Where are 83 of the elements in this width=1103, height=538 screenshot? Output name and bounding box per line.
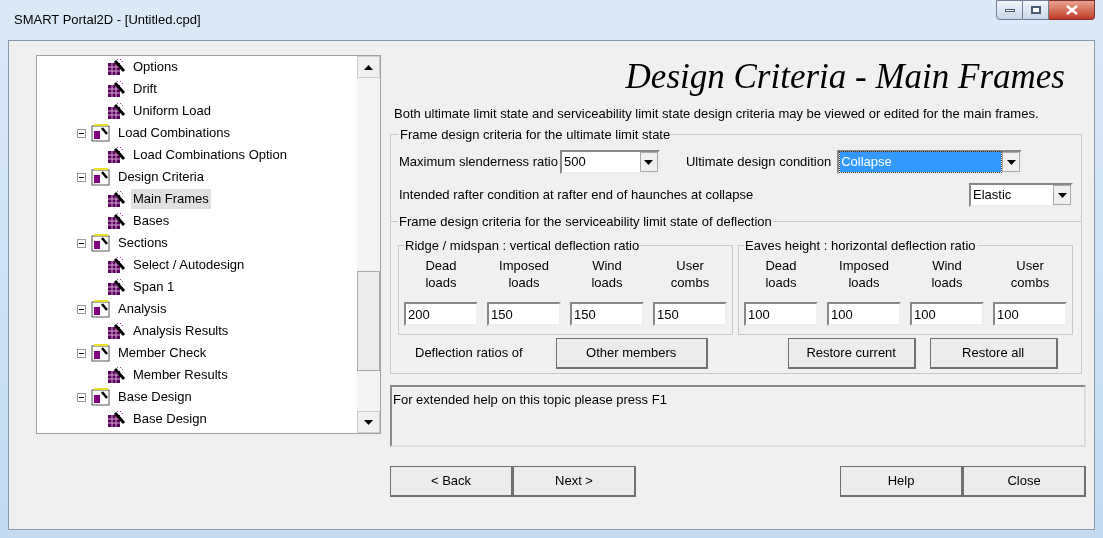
tree-item[interactable]: Select / Autodesign [131, 255, 247, 275]
grid-pen-icon [107, 80, 127, 98]
grid-pen-icon [107, 190, 127, 208]
window-title: SMART Portal2D - [Untitled.cpd] [14, 11, 201, 29]
collapse-toggle[interactable] [77, 238, 86, 248]
field-label: Maximum slenderness ratio [399, 153, 558, 172]
dialog-button[interactable]: Restore all [929, 337, 1058, 369]
column-header: Imposed loads [839, 257, 889, 291]
group-title: Frame design criteria for the serviceability limit state of deflection [399, 214, 772, 229]
tree-item[interactable]: Main Frames [131, 189, 211, 209]
tree-item[interactable]: Analysis [116, 299, 169, 319]
dropdown[interactable]: Elastic [969, 183, 1073, 207]
dialog-button[interactable]: Restore current [787, 337, 916, 369]
book-icon [90, 387, 112, 407]
dialog-button[interactable]: Next > [513, 466, 636, 497]
field-label: Deflection ratios of [415, 344, 523, 363]
dialog-button[interactable]: Other members [555, 337, 708, 369]
input-field[interactable]: 100 [993, 302, 1067, 326]
dialog-button[interactable]: Help [840, 466, 963, 497]
book-icon [90, 343, 112, 363]
grid-pen-icon [107, 322, 127, 340]
minimize-icon[interactable] [996, 0, 1023, 20]
scroll-up-icon[interactable] [357, 56, 380, 78]
tree-item[interactable]: Analysis Results [131, 321, 231, 341]
field-label: Intended rafter condition at rafter end of haunches at collapse [399, 186, 754, 205]
collapse-toggle[interactable] [77, 392, 86, 402]
help-text: For extended help on this topic please press F1 [393, 392, 667, 407]
tree-item[interactable]: Uniform Load [131, 101, 214, 121]
tree-item[interactable]: Design Criteria [116, 167, 206, 187]
description-text: Both ultimate limit state and serviceability limit state design criteria may be viewed or edited for the main frames. [394, 106, 1040, 121]
field-label: Ultimate design condition [685, 153, 832, 172]
tree-item[interactable]: Load Combinations [116, 123, 233, 143]
grid-pen-icon [107, 58, 127, 76]
grid-pen-icon [107, 278, 127, 296]
input-field[interactable]: 100 [744, 302, 818, 326]
maximize-icon[interactable] [1023, 0, 1049, 20]
input-field[interactable]: 200 [404, 302, 478, 326]
input-field[interactable]: 150 [570, 302, 644, 326]
tree-item[interactable]: Base Design [116, 387, 194, 407]
tree-item[interactable]: Bases [131, 211, 172, 231]
tree-item[interactable]: Sections [116, 233, 170, 253]
column-header: Wind loads [931, 257, 963, 291]
book-icon [90, 299, 112, 319]
tree-item[interactable]: Drift [131, 79, 159, 99]
page-heading: Design Criteria - Main Frames [625, 57, 1065, 97]
grid-pen-icon [107, 146, 127, 164]
grid-pen-icon [107, 212, 127, 230]
grid-pen-icon [107, 410, 127, 428]
tree-item[interactable]: Member Results [131, 365, 230, 385]
group-title: Frame design criteria for the ultimate limit state [400, 127, 671, 142]
collapse-toggle[interactable] [77, 348, 86, 358]
dropdown[interactable]: 500 [559, 150, 660, 174]
column-header: Wind loads [591, 257, 623, 291]
collapse-toggle[interactable] [77, 172, 86, 182]
column-header: Dead loads [765, 257, 797, 291]
input-field[interactable]: 100 [910, 302, 984, 326]
scrollbar[interactable] [357, 56, 380, 433]
column-header: Dead loads [425, 257, 457, 291]
dialog-button[interactable]: Close [963, 466, 1086, 497]
column-header: User combs [1010, 257, 1050, 291]
scroll-down-icon[interactable] [357, 411, 380, 433]
tree-item[interactable]: Options [131, 57, 180, 77]
input-field[interactable]: 100 [827, 302, 901, 326]
tree-item[interactable]: Member Check [116, 343, 209, 363]
input-field[interactable]: 150 [653, 302, 727, 326]
collapse-toggle[interactable] [77, 304, 86, 314]
book-icon [90, 123, 112, 143]
column-header: Imposed loads [499, 257, 549, 291]
book-icon [90, 233, 112, 253]
tree-item[interactable]: Base Design [131, 409, 209, 429]
collapse-toggle[interactable] [77, 128, 86, 138]
group-title: Eaves height : horizontal deflection ratio [745, 238, 976, 253]
dialog-button[interactable]: < Back [390, 466, 513, 497]
tree-item[interactable]: Span 1 [131, 277, 177, 297]
input-field[interactable]: 150 [487, 302, 561, 326]
tree-item[interactable]: Load Combinations Option [131, 145, 289, 165]
grid-pen-icon [107, 366, 127, 384]
grid-pen-icon [107, 102, 127, 120]
column-header: User combs [670, 257, 710, 291]
close-icon[interactable] [1049, 0, 1095, 20]
book-icon [90, 167, 112, 187]
grid-pen-icon [107, 256, 127, 274]
group-title: Ridge / midspan : vertical deflection ratio [405, 238, 640, 253]
